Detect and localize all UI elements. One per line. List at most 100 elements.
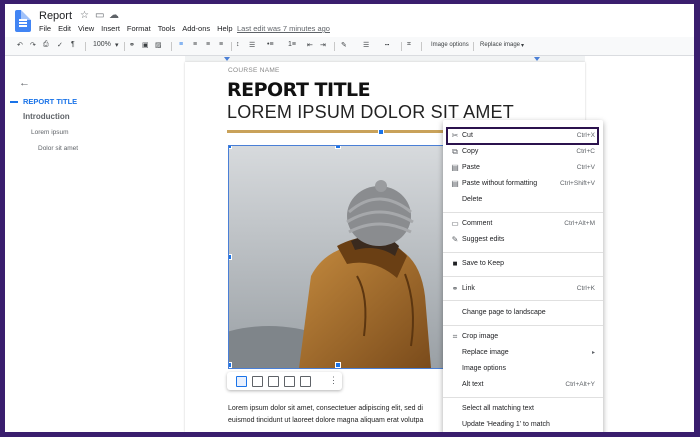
menu-item-comment[interactable]: ▭ Comment Ctrl+Alt+M	[443, 217, 603, 232]
menu-item-select-all-matching-text[interactable]: Select all matching text	[443, 402, 603, 417]
menu-divider	[443, 252, 603, 253]
bulleted-list-icon[interactable]: •≡	[267, 41, 274, 48]
wrap-text-icon[interactable]	[252, 376, 263, 387]
submenu-arrow-icon: ▸	[591, 350, 595, 356]
resize-handle-bottom[interactable]	[335, 362, 341, 368]
redo-icon[interactable]: ↷	[30, 41, 36, 49]
outline-item-report-title[interactable]: REPORT TITLE	[23, 97, 77, 106]
menu-item-paste-without-formatting[interactable]: ▤ Paste without formatting Ctrl+Shift+V	[443, 177, 603, 192]
last-edit-link[interactable]: Last edit was 7 minutes ago	[237, 24, 330, 33]
menu-item-suggest-edits[interactable]: ✎ Suggest edits	[443, 233, 603, 248]
star-icon[interactable]: ☆	[80, 10, 89, 21]
menu-item-save-to-keep[interactable]: ■ Save to Keep	[443, 257, 603, 272]
outline-item-dolor-sit-amet[interactable]: Dolor sit amet	[38, 145, 78, 152]
menu-divider	[443, 397, 603, 398]
line-spacing-icon[interactable]: ↕	[236, 41, 240, 48]
link-icon[interactable]: ⚭	[129, 41, 135, 49]
menu-divider	[443, 300, 603, 301]
menu-format[interactable]: Format	[127, 24, 151, 33]
menu-view[interactable]: View	[78, 24, 94, 33]
context-menu: ✂ Cut Ctrl+X ⧉ Copy Ctrl+C ▤ Paste Ctrl+…	[443, 120, 603, 432]
align-right-icon[interactable]: ≡	[206, 41, 210, 48]
zoom-select[interactable]: 100%	[93, 41, 111, 48]
print-icon[interactable]: ⎙	[43, 41, 49, 49]
resize-handle-top[interactable]	[335, 146, 341, 149]
menu-item-paste[interactable]: ▤ Paste Ctrl+V	[443, 161, 603, 176]
in-front-of-text-icon[interactable]	[300, 376, 311, 387]
left-indent-marker[interactable]	[224, 57, 230, 61]
inline-text-icon[interactable]	[236, 376, 247, 387]
photo-person-in-hood	[229, 146, 447, 368]
cloud-icon[interactable]: ☁	[109, 10, 119, 21]
numbered-list-icon[interactable]: 1≡	[288, 41, 296, 48]
undo-icon[interactable]: ↶	[17, 41, 23, 49]
divider-line	[227, 130, 445, 133]
menu-item-image-options[interactable]: Image options	[443, 362, 603, 377]
image-options-button[interactable]: Image options	[431, 42, 469, 48]
rotate-handle[interactable]	[378, 129, 384, 135]
border-weight-icon[interactable]: ☰	[363, 41, 369, 49]
decrease-indent-icon[interactable]: ⇤	[307, 41, 313, 49]
back-arrow-icon[interactable]: ←	[19, 77, 30, 89]
menu-insert[interactable]: Insert	[101, 24, 120, 33]
folder-icon[interactable]: ▭	[95, 10, 104, 21]
docs-logo-icon[interactable]	[15, 10, 31, 32]
menu-item-replace-image[interactable]: Replace image ▸	[443, 346, 603, 361]
copy-icon: ⧉	[452, 147, 458, 156]
menu-item-update-heading[interactable]: Update 'Heading 1' to match	[443, 418, 603, 432]
toolbar: ↶ ↷ ⎙ ✓ ¶ 100% ▾ ⚭ ▣ ▨ ≡ ≡ ≡ ≡ ↕ ☰ •≡ 1≡…	[5, 37, 694, 56]
image-layout-toolbar: ⋮	[227, 372, 342, 390]
align-justify-icon[interactable]: ≡	[219, 41, 223, 48]
resize-handle-left[interactable]	[229, 254, 232, 260]
break-text-icon[interactable]	[268, 376, 279, 387]
course-name[interactable]: COURSE NAME	[228, 67, 280, 74]
checklist-icon[interactable]: ☰	[249, 41, 255, 49]
menu-edit[interactable]: Edit	[58, 24, 71, 33]
outline-item-introduction[interactable]: Introduction	[23, 112, 70, 121]
menu-item-link[interactable]: ⚭ Link Ctrl+K	[443, 282, 603, 297]
right-indent-marker[interactable]	[534, 57, 540, 61]
body-paragraph[interactable]: Lorem ipsum dolor sit amet, consectetuer…	[228, 403, 448, 427]
comment-icon[interactable]: ▣	[142, 41, 149, 49]
report-title[interactable]: REPORT TITLE	[227, 79, 371, 101]
align-center-icon[interactable]: ≡	[193, 41, 197, 48]
outline-active-indicator	[10, 101, 18, 103]
menu-item-copy[interactable]: ⧉ Copy Ctrl+C	[443, 145, 603, 160]
keep-icon: ■	[452, 259, 458, 268]
paint-format-icon[interactable]: ¶	[71, 41, 75, 48]
crop-icon[interactable]: ⌗	[407, 41, 411, 49]
menu-tools[interactable]: Tools	[158, 24, 176, 33]
menu-item-crop-image[interactable]: ⌗ Crop image	[443, 330, 603, 345]
paste-plain-icon: ▤	[451, 179, 459, 188]
chevron-down-icon[interactable]: ▾	[521, 42, 524, 49]
border-dash-icon[interactable]: ┅	[385, 41, 389, 49]
menu-item-delete[interactable]: Delete	[443, 193, 603, 208]
resize-handle-bottom-left[interactable]	[229, 362, 232, 368]
menu-divider	[443, 276, 603, 277]
paragraph-line: euismod tincidunt ut laoreet dolore magn…	[228, 417, 424, 424]
menu-bar: File Edit View Insert Format Tools Add-o…	[39, 24, 233, 33]
align-left-icon[interactable]: ≡	[179, 41, 183, 48]
menu-file[interactable]: File	[39, 24, 51, 33]
document-title[interactable]: Report	[39, 10, 72, 22]
insert-image-icon[interactable]: ▨	[155, 41, 162, 49]
app-window: Report ☆ ▭ ☁ File Edit View Insert Forma…	[5, 4, 694, 432]
spellcheck-icon[interactable]: ✓	[57, 41, 63, 49]
behind-text-icon[interactable]	[284, 376, 295, 387]
replace-image-button[interactable]: Replace image	[480, 42, 520, 48]
menu-divider	[443, 212, 603, 213]
more-options-icon[interactable]: ⋮	[329, 375, 338, 386]
outline-item-lorem-ipsum[interactable]: Lorem ipsum	[31, 129, 69, 136]
resize-handle-top-left[interactable]	[229, 146, 232, 149]
comment-icon: ▭	[451, 219, 459, 228]
link-icon: ⚭	[451, 284, 459, 293]
increase-indent-icon[interactable]: ⇥	[320, 41, 326, 49]
menu-item-change-page-to-landscape[interactable]: Change page to landscape	[443, 306, 603, 321]
paragraph-line: Lorem ipsum dolor sit amet, consectetuer…	[228, 405, 423, 412]
border-color-icon[interactable]: ✎	[341, 41, 347, 49]
menu-help[interactable]: Help	[217, 24, 232, 33]
selected-image[interactable]	[228, 145, 448, 369]
menu-add-ons[interactable]: Add-ons	[182, 24, 210, 33]
menu-item-alt-text[interactable]: Alt text Ctrl+Alt+Y	[443, 378, 603, 393]
chevron-down-icon[interactable]: ▾	[115, 41, 119, 49]
